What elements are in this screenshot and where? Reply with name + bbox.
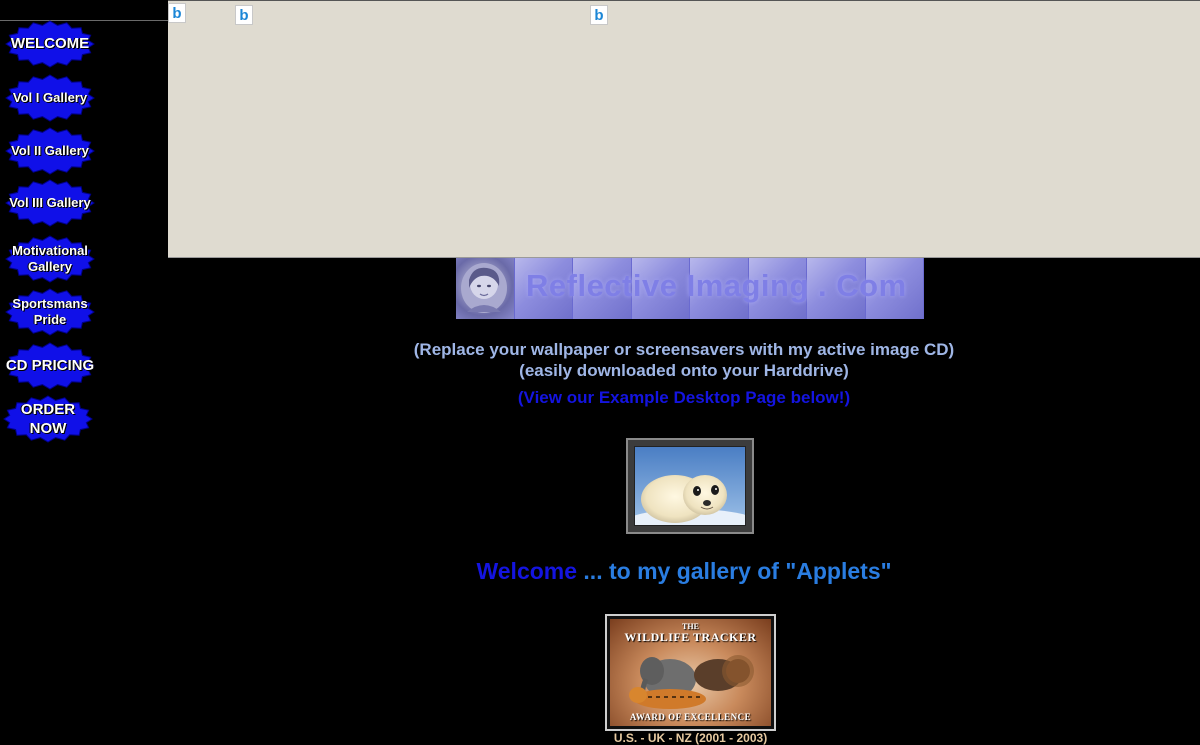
nav-welcome[interactable]: WELCOME (5, 20, 95, 68)
bing-icon[interactable]: b (590, 5, 608, 25)
nav-label: CD PRICING (5, 357, 95, 374)
nav-order-now[interactable]: ORDER NOW (3, 395, 93, 443)
seal-photo-frame[interactable] (626, 438, 754, 534)
site-banner: Reflective Imaging . Com (456, 258, 924, 319)
bing-icon[interactable]: b (235, 5, 253, 25)
portrait-image (461, 263, 507, 313)
award-subtitle: AWARD OF EXCELLENCE (629, 712, 752, 722)
nav-label: Vol II Gallery (11, 143, 89, 158)
nav-label: ORDER NOW (20, 401, 76, 437)
example-desktop-link[interactable]: (View our Example Desktop Page below!) (168, 388, 1200, 408)
left-navigation: WELCOME Vol I Gallery Vol II Gallery Vol II… (0, 0, 168, 740)
welcome-heading: Welcome ... to my gallery of "Applets" (168, 558, 1200, 585)
award-title: WILDLIFE TRACKER (624, 630, 757, 644)
applet-panel: b b b (168, 0, 1200, 258)
welcome-word: Welcome (476, 558, 578, 584)
nav-vol-iii-gallery[interactable]: Vol III Gallery (5, 179, 95, 227)
bing-icon-glyph: b (239, 6, 249, 24)
bing-icon-glyph: b (594, 6, 604, 24)
welcome-middle: ... to my gallery of (583, 558, 779, 584)
bing-icon-glyph: b (172, 4, 182, 22)
nav-label: Sportsmans Pride (12, 296, 88, 327)
nav-vol-i-gallery[interactable]: Vol I Gallery (5, 74, 95, 122)
nav-sportsmans-pride[interactable]: Sportsmans Pride (5, 288, 95, 336)
wildlife-tracker-award[interactable]: THE WILDLIFE TRACKER AWARD OF EXCELLENCE (605, 614, 776, 731)
intro-line-2: (easily downloaded onto your Harddrive) (519, 361, 849, 380)
nav-label: Vol III Gallery (9, 195, 91, 210)
nav-cd-pricing[interactable]: CD PRICING (5, 342, 95, 390)
bing-icon[interactable]: b (168, 3, 186, 23)
nav-vol-ii-gallery[interactable]: Vol II Gallery (5, 127, 95, 175)
award-caption: U.S. - UK - NZ (2001 - 2003) (613, 731, 768, 745)
intro-line-1: (Replace your wallpaper or screensavers … (413, 340, 955, 359)
seal-photo (635, 447, 745, 525)
welcome-applets: "Applets" (785, 558, 892, 584)
nav-label: WELCOME (10, 35, 90, 52)
banner-title: Reflective Imaging . Com (526, 268, 907, 303)
nav-label: Vol I Gallery (12, 90, 88, 105)
nav-label: Motivational Gallery (12, 243, 88, 274)
nav-motivational-gallery[interactable]: Motivational Gallery (5, 235, 95, 283)
